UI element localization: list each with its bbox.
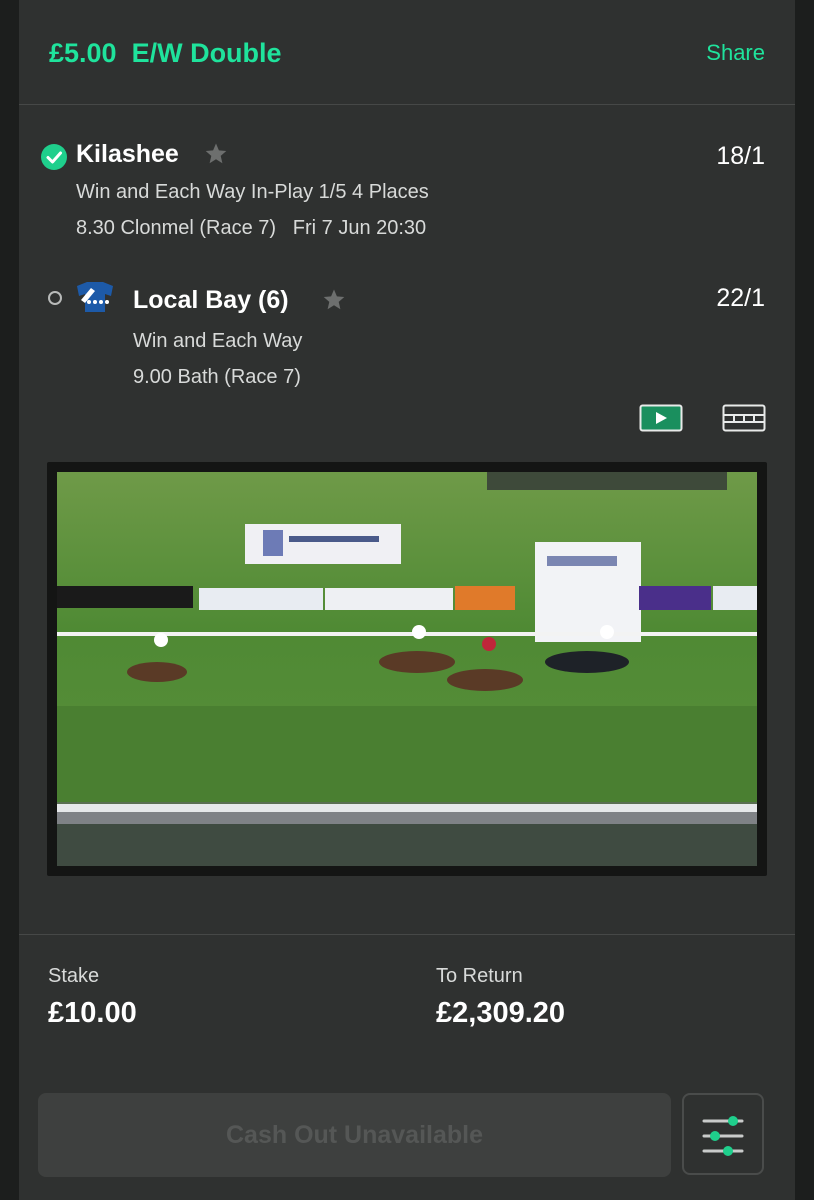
pending-status-icon <box>48 291 62 305</box>
share-button[interactable]: Share <box>706 40 765 66</box>
jockey-silks-icon <box>75 280 115 316</box>
selection-name: Local Bay (6) <box>133 286 289 314</box>
stake-label: Stake <box>48 965 100 987</box>
play-video-icon[interactable] <box>639 404 683 437</box>
stake-value: £10.00 <box>48 997 137 1029</box>
cash-out-settings-button[interactable] <box>682 1093 764 1175</box>
racecard-icon[interactable] <box>722 404 766 437</box>
favourite-star-icon[interactable] <box>204 142 228 171</box>
selection-kilashee: Kilashee 18/1 Win and Each Way In-Play 1… <box>19 104 795 254</box>
selection-local-bay: Local Bay (6) 22/1 Win and Each Way 9.00… <box>19 270 795 450</box>
sliders-icon <box>702 1116 744 1156</box>
selection-market: Win and Each Way In-Play 1/5 4 Places <box>76 181 429 203</box>
bet-header: £5.00 E/W Double Share <box>19 0 795 105</box>
section-divider <box>19 934 795 935</box>
to-return-label: To Return <box>436 965 523 987</box>
selection-odds: 18/1 <box>716 142 765 170</box>
won-check-icon <box>41 144 67 170</box>
selection-odds: 22/1 <box>716 284 765 312</box>
selection-event: 8.30 Clonmel (Race 7) Fri 7 Jun 20:30 <box>76 217 427 239</box>
to-return-value: £2,309.20 <box>436 997 566 1029</box>
selection-name: Kilashee <box>76 140 179 168</box>
bet-title: £5.00 E/W Double <box>49 38 282 68</box>
race-video-frame[interactable] <box>57 472 757 866</box>
bet-card: £5.00 E/W Double Share Kilashee 18/1 Win… <box>19 0 795 1200</box>
cash-out-button[interactable]: Cash Out Unavailable <box>38 1093 671 1177</box>
race-video-player[interactable] <box>47 462 767 876</box>
favourite-star-icon[interactable] <box>322 288 346 317</box>
selection-market: Win and Each Way <box>133 330 303 352</box>
selection-event: 9.00 Bath (Race 7) <box>133 366 301 388</box>
